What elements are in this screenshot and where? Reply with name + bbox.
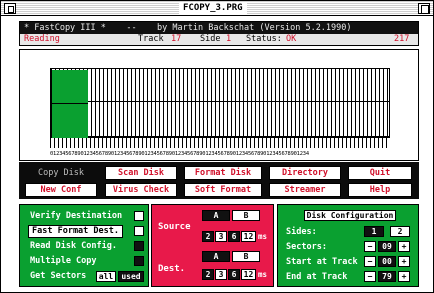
source-step-3[interactable]: 3 — [215, 231, 227, 242]
window-title: FCOPY_3.PRG — [179, 2, 247, 15]
source-drive-a[interactable]: A — [202, 210, 230, 221]
version-line: * FastCopy III * -- by Martin Backschat … — [24, 23, 352, 33]
fast-format-checkbox[interactable] — [134, 226, 144, 236]
source-step-6[interactable]: 6 — [228, 231, 240, 242]
dest-step-12[interactable]: 12 — [241, 269, 256, 280]
status-value: OK — [286, 34, 297, 44]
end-track-value: 79 — [378, 271, 396, 282]
dest-drive-a[interactable]: A — [202, 251, 230, 262]
end-track-minus-button[interactable]: − — [364, 271, 376, 282]
sectors-label: Sectors: — [286, 242, 327, 252]
scan-disk-button[interactable]: Scan Disk — [105, 166, 177, 180]
close-box-icon[interactable] — [4, 3, 16, 14]
copy-disk-button[interactable]: Copy Disk — [25, 166, 97, 180]
disk-configuration-title: Disk Configuration — [304, 210, 396, 221]
source-drive-b[interactable]: B — [232, 210, 260, 221]
new-conf-button[interactable]: New Conf — [25, 183, 97, 197]
source-step-12[interactable]: 12 — [241, 231, 256, 242]
dest-ms-unit: ms — [258, 270, 268, 279]
sides-2-toggle[interactable]: 2 — [390, 226, 410, 237]
status-row: Reading Track 17 Side 1 Status: OK 217 — [20, 34, 418, 45]
get-sectors-label: Get Sectors — [30, 271, 87, 281]
dest-label: Dest. — [158, 264, 186, 274]
soft-format-button[interactable]: Soft Format — [184, 183, 262, 197]
format-disk-button[interactable]: Format Disk — [184, 166, 262, 180]
start-track-label: Start at Track — [286, 257, 358, 267]
help-button[interactable]: Help — [348, 183, 412, 197]
directory-button[interactable]: Directory — [269, 166, 341, 180]
streamer-button[interactable]: Streamer — [269, 183, 341, 197]
drive-panel: Source A B 2 3 6 12 ms Dest. A B 2 3 6 1… — [151, 204, 274, 287]
sides-1-toggle[interactable]: 1 — [364, 226, 384, 237]
dest-step-6[interactable]: 6 — [228, 269, 240, 280]
fcopy-window: FCOPY_3.PRG * FastCopy III * -- by Marti… — [0, 0, 434, 293]
track-value: 17 — [171, 34, 182, 44]
track-map-panel: 0123456789012345678901234567890123456789… — [19, 49, 419, 161]
fuller-box-icon[interactable] — [418, 3, 430, 14]
start-track-plus-button[interactable]: + — [398, 256, 410, 267]
dest-drive-b[interactable]: B — [232, 251, 260, 262]
dest-step-3[interactable]: 3 — [215, 269, 227, 280]
title-bar[interactable]: FCOPY_3.PRG — [1, 1, 433, 16]
track-grid — [50, 68, 390, 138]
source-step-2[interactable]: 2 — [202, 231, 214, 242]
end-track-plus-button[interactable]: + — [398, 271, 410, 282]
source-label: Source — [158, 222, 191, 232]
start-track-minus-button[interactable]: − — [364, 256, 376, 267]
track-numbers: 0123456789012345678901234567890123456789… — [50, 151, 309, 157]
side-value: 1 — [226, 34, 232, 44]
side-label: Side — [200, 34, 221, 44]
multiple-copy-option[interactable]: Multiple Copy — [30, 256, 97, 266]
start-track-value: 00 — [378, 256, 396, 267]
virus-check-button[interactable]: Virus Check — [105, 183, 177, 197]
counter-value: 217 — [394, 34, 410, 44]
track-ticks — [50, 138, 390, 148]
multiple-copy-checkbox[interactable] — [134, 256, 144, 266]
verify-destination-checkbox[interactable] — [134, 211, 144, 221]
sectors-minus-button[interactable]: − — [364, 241, 376, 252]
sectors-plus-button[interactable]: + — [398, 241, 410, 252]
track-label: Track — [138, 34, 164, 44]
get-sectors-used-toggle[interactable]: used — [118, 271, 144, 282]
operation-label: Reading — [24, 34, 60, 44]
get-sectors-all-toggle[interactable]: all — [96, 271, 116, 282]
read-disk-config-option[interactable]: Read Disk Config. — [30, 241, 117, 251]
quit-button[interactable]: Quit — [348, 166, 412, 180]
sides-label: Sides: — [286, 227, 317, 237]
source-ms-unit: ms — [258, 232, 268, 241]
end-track-label: End at Track — [286, 272, 348, 282]
info-banner: * FastCopy III * -- by Martin Backschat … — [19, 21, 419, 46]
disk-configuration-panel: Disk Configuration Sides: 1 2 Sectors: −… — [277, 204, 419, 287]
status-label: Status: — [246, 34, 282, 44]
sectors-value: 09 — [378, 241, 396, 252]
fast-format-option[interactable]: Fast Format Dest. — [28, 225, 123, 238]
options-panel: Verify Destination Fast Format Dest. Rea… — [19, 204, 149, 287]
command-menu: Copy Disk Scan Disk Format Disk Director… — [19, 162, 419, 199]
tracks-done-bar — [52, 70, 88, 138]
dest-step-2[interactable]: 2 — [202, 269, 214, 280]
verify-destination-option[interactable]: Verify Destination — [30, 211, 122, 221]
read-disk-config-checkbox[interactable] — [134, 241, 144, 251]
